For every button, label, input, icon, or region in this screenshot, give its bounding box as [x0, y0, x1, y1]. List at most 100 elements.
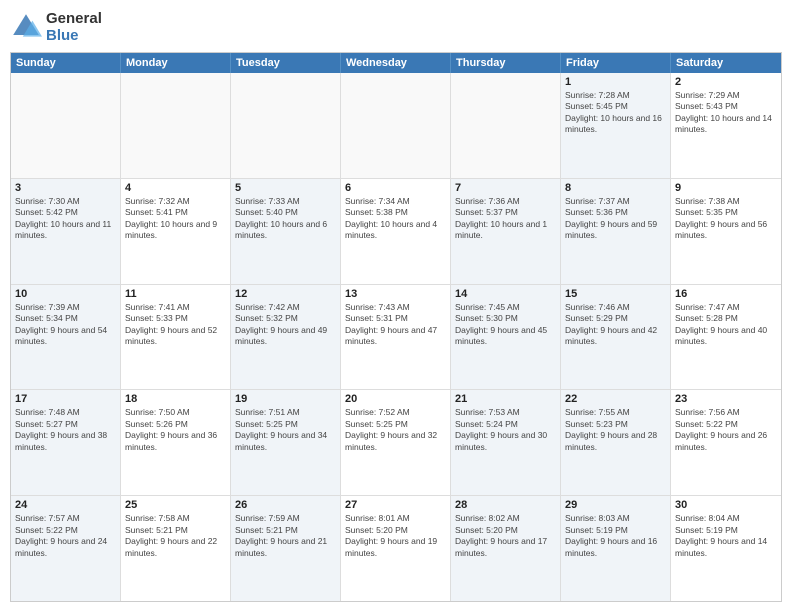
day-number: 23	[675, 393, 777, 405]
day-number: 19	[235, 393, 336, 405]
day-info: Sunrise: 7:46 AM Sunset: 5:29 PM Dayligh…	[565, 302, 666, 348]
day-number: 16	[675, 288, 777, 300]
day-info: Sunrise: 7:33 AM Sunset: 5:40 PM Dayligh…	[235, 196, 336, 242]
calendar-cell: 8 Sunrise: 7:37 AM Sunset: 5:36 PM Daylig…	[561, 179, 671, 284]
calendar-row-0: 1Sunrise: 7:28 AM Sunset: 5:45 PM Daylig…	[11, 73, 781, 179]
calendar-cell: 9 Sunrise: 7:38 AM Sunset: 5:35 PM Daylig…	[671, 179, 781, 284]
day-number: 2	[675, 76, 777, 88]
calendar-cell: 1Sunrise: 7:28 AM Sunset: 5:45 PM Daylig…	[561, 73, 671, 178]
calendar-cell: 3 Sunrise: 7:30 AM Sunset: 5:42 PM Daylig…	[11, 179, 121, 284]
header-cell-sunday: Sunday	[11, 53, 121, 73]
calendar-cell: 5 Sunrise: 7:33 AM Sunset: 5:40 PM Daylig…	[231, 179, 341, 284]
day-number: 22	[565, 393, 666, 405]
header-cell-tuesday: Tuesday	[231, 53, 341, 73]
calendar-cell: 18 Sunrise: 7:50 AM Sunset: 5:26 PM Dayli…	[121, 390, 231, 495]
day-info: Sunrise: 8:03 AM Sunset: 5:19 PM Dayligh…	[565, 513, 666, 559]
day-info: Sunrise: 7:38 AM Sunset: 5:35 PM Dayligh…	[675, 196, 777, 242]
day-number: 10	[15, 288, 116, 300]
day-info: Sunrise: 7:50 AM Sunset: 5:26 PM Dayligh…	[125, 407, 226, 453]
calendar-cell: 15Sunrise: 7:46 AM Sunset: 5:29 PM Dayli…	[561, 285, 671, 390]
calendar-cell: 20 Sunrise: 7:52 AM Sunset: 5:25 PM Dayli…	[341, 390, 451, 495]
calendar-cell: 27 Sunrise: 8:01 AM Sunset: 5:20 PM Dayli…	[341, 496, 451, 601]
day-number: 5	[235, 182, 336, 194]
day-info: Sunrise: 7:39 AM Sunset: 5:34 PM Dayligh…	[15, 302, 116, 348]
calendar-cell: 13 Sunrise: 7:43 AM Sunset: 5:31 PM Dayli…	[341, 285, 451, 390]
day-number: 12	[235, 288, 336, 300]
day-number: 17	[15, 393, 116, 405]
day-info: Sunrise: 7:52 AM Sunset: 5:25 PM Dayligh…	[345, 407, 446, 453]
day-number: 14	[455, 288, 556, 300]
calendar-row-3: 17 Sunrise: 7:48 AM Sunset: 5:27 PM Dayli…	[11, 390, 781, 496]
day-info: Sunrise: 7:43 AM Sunset: 5:31 PM Dayligh…	[345, 302, 446, 348]
header: General Blue	[10, 10, 782, 44]
header-cell-wednesday: Wednesday	[341, 53, 451, 73]
day-number: 30	[675, 499, 777, 511]
calendar-cell	[121, 73, 231, 178]
calendar-row-1: 3 Sunrise: 7:30 AM Sunset: 5:42 PM Daylig…	[11, 179, 781, 285]
day-number: 25	[125, 499, 226, 511]
day-number: 3	[15, 182, 116, 194]
calendar-body: 1Sunrise: 7:28 AM Sunset: 5:45 PM Daylig…	[11, 73, 781, 601]
day-number: 18	[125, 393, 226, 405]
day-info: Sunrise: 8:01 AM Sunset: 5:20 PM Dayligh…	[345, 513, 446, 559]
day-number: 6	[345, 182, 446, 194]
day-number: 20	[345, 393, 446, 405]
header-cell-friday: Friday	[561, 53, 671, 73]
day-info: Sunrise: 7:30 AM Sunset: 5:42 PM Dayligh…	[15, 196, 116, 242]
calendar-cell: 14 Sunrise: 7:45 AM Sunset: 5:30 PM Dayli…	[451, 285, 561, 390]
day-number: 1	[565, 76, 666, 88]
day-info: Sunrise: 7:51 AM Sunset: 5:25 PM Dayligh…	[235, 407, 336, 453]
calendar-row-2: 10 Sunrise: 7:39 AM Sunset: 5:34 PM Dayli…	[11, 285, 781, 391]
day-info: Sunrise: 7:32 AM Sunset: 5:41 PM Dayligh…	[125, 196, 226, 242]
day-info: Sunrise: 8:02 AM Sunset: 5:20 PM Dayligh…	[455, 513, 556, 559]
calendar-cell: 4 Sunrise: 7:32 AM Sunset: 5:41 PM Daylig…	[121, 179, 231, 284]
day-info: Sunrise: 7:34 AM Sunset: 5:38 PM Dayligh…	[345, 196, 446, 242]
logo: General Blue	[10, 10, 102, 44]
calendar-cell	[231, 73, 341, 178]
calendar-cell: 25Sunrise: 7:58 AM Sunset: 5:21 PM Dayli…	[121, 496, 231, 601]
day-info: Sunrise: 7:29 AM Sunset: 5:43 PM Dayligh…	[675, 90, 777, 136]
day-number: 27	[345, 499, 446, 511]
day-number: 29	[565, 499, 666, 511]
day-number: 13	[345, 288, 446, 300]
calendar-cell: 28Sunrise: 8:02 AM Sunset: 5:20 PM Dayli…	[451, 496, 561, 601]
day-number: 26	[235, 499, 336, 511]
calendar-cell: 12 Sunrise: 7:42 AM Sunset: 5:32 PM Dayli…	[231, 285, 341, 390]
calendar-cell: 2 Sunrise: 7:29 AM Sunset: 5:43 PM Daylig…	[671, 73, 781, 178]
calendar-cell: 29 Sunrise: 8:03 AM Sunset: 5:19 PM Dayli…	[561, 496, 671, 601]
calendar-cell: 16 Sunrise: 7:47 AM Sunset: 5:28 PM Dayli…	[671, 285, 781, 390]
day-info: Sunrise: 7:45 AM Sunset: 5:30 PM Dayligh…	[455, 302, 556, 348]
day-number: 9	[675, 182, 777, 194]
day-info: Sunrise: 7:59 AM Sunset: 5:21 PM Dayligh…	[235, 513, 336, 559]
day-info: Sunrise: 7:48 AM Sunset: 5:27 PM Dayligh…	[15, 407, 116, 453]
day-info: Sunrise: 7:37 AM Sunset: 5:36 PM Dayligh…	[565, 196, 666, 242]
calendar-cell: 7Sunrise: 7:36 AM Sunset: 5:37 PM Daylig…	[451, 179, 561, 284]
day-number: 4	[125, 182, 226, 194]
calendar-cell: 11Sunrise: 7:41 AM Sunset: 5:33 PM Dayli…	[121, 285, 231, 390]
header-cell-thursday: Thursday	[451, 53, 561, 73]
calendar-cell: 17 Sunrise: 7:48 AM Sunset: 5:27 PM Dayli…	[11, 390, 121, 495]
calendar-cell: 30 Sunrise: 8:04 AM Sunset: 5:19 PM Dayli…	[671, 496, 781, 601]
calendar-row-4: 24 Sunrise: 7:57 AM Sunset: 5:22 PM Dayli…	[11, 496, 781, 601]
calendar-cell	[451, 73, 561, 178]
calendar-cell: 6 Sunrise: 7:34 AM Sunset: 5:38 PM Daylig…	[341, 179, 451, 284]
day-number: 21	[455, 393, 556, 405]
day-info: Sunrise: 7:55 AM Sunset: 5:23 PM Dayligh…	[565, 407, 666, 453]
calendar: SundayMondayTuesdayWednesdayThursdayFrid…	[10, 52, 782, 602]
calendar-cell: 19 Sunrise: 7:51 AM Sunset: 5:25 PM Dayli…	[231, 390, 341, 495]
calendar-cell: 10 Sunrise: 7:39 AM Sunset: 5:34 PM Dayli…	[11, 285, 121, 390]
day-number: 8	[565, 182, 666, 194]
day-info: Sunrise: 7:47 AM Sunset: 5:28 PM Dayligh…	[675, 302, 777, 348]
day-number: 7	[455, 182, 556, 194]
calendar-cell	[11, 73, 121, 178]
header-cell-monday: Monday	[121, 53, 231, 73]
logo-text: General Blue	[46, 10, 102, 44]
day-number: 24	[15, 499, 116, 511]
day-info: Sunrise: 7:57 AM Sunset: 5:22 PM Dayligh…	[15, 513, 116, 559]
day-info: Sunrise: 8:04 AM Sunset: 5:19 PM Dayligh…	[675, 513, 777, 559]
page: General Blue SundayMondayTuesdayWednesda…	[0, 0, 792, 612]
calendar-cell: 24 Sunrise: 7:57 AM Sunset: 5:22 PM Dayli…	[11, 496, 121, 601]
header-cell-saturday: Saturday	[671, 53, 781, 73]
calendar-cell: 23Sunrise: 7:56 AM Sunset: 5:22 PM Dayli…	[671, 390, 781, 495]
day-info: Sunrise: 7:42 AM Sunset: 5:32 PM Dayligh…	[235, 302, 336, 348]
